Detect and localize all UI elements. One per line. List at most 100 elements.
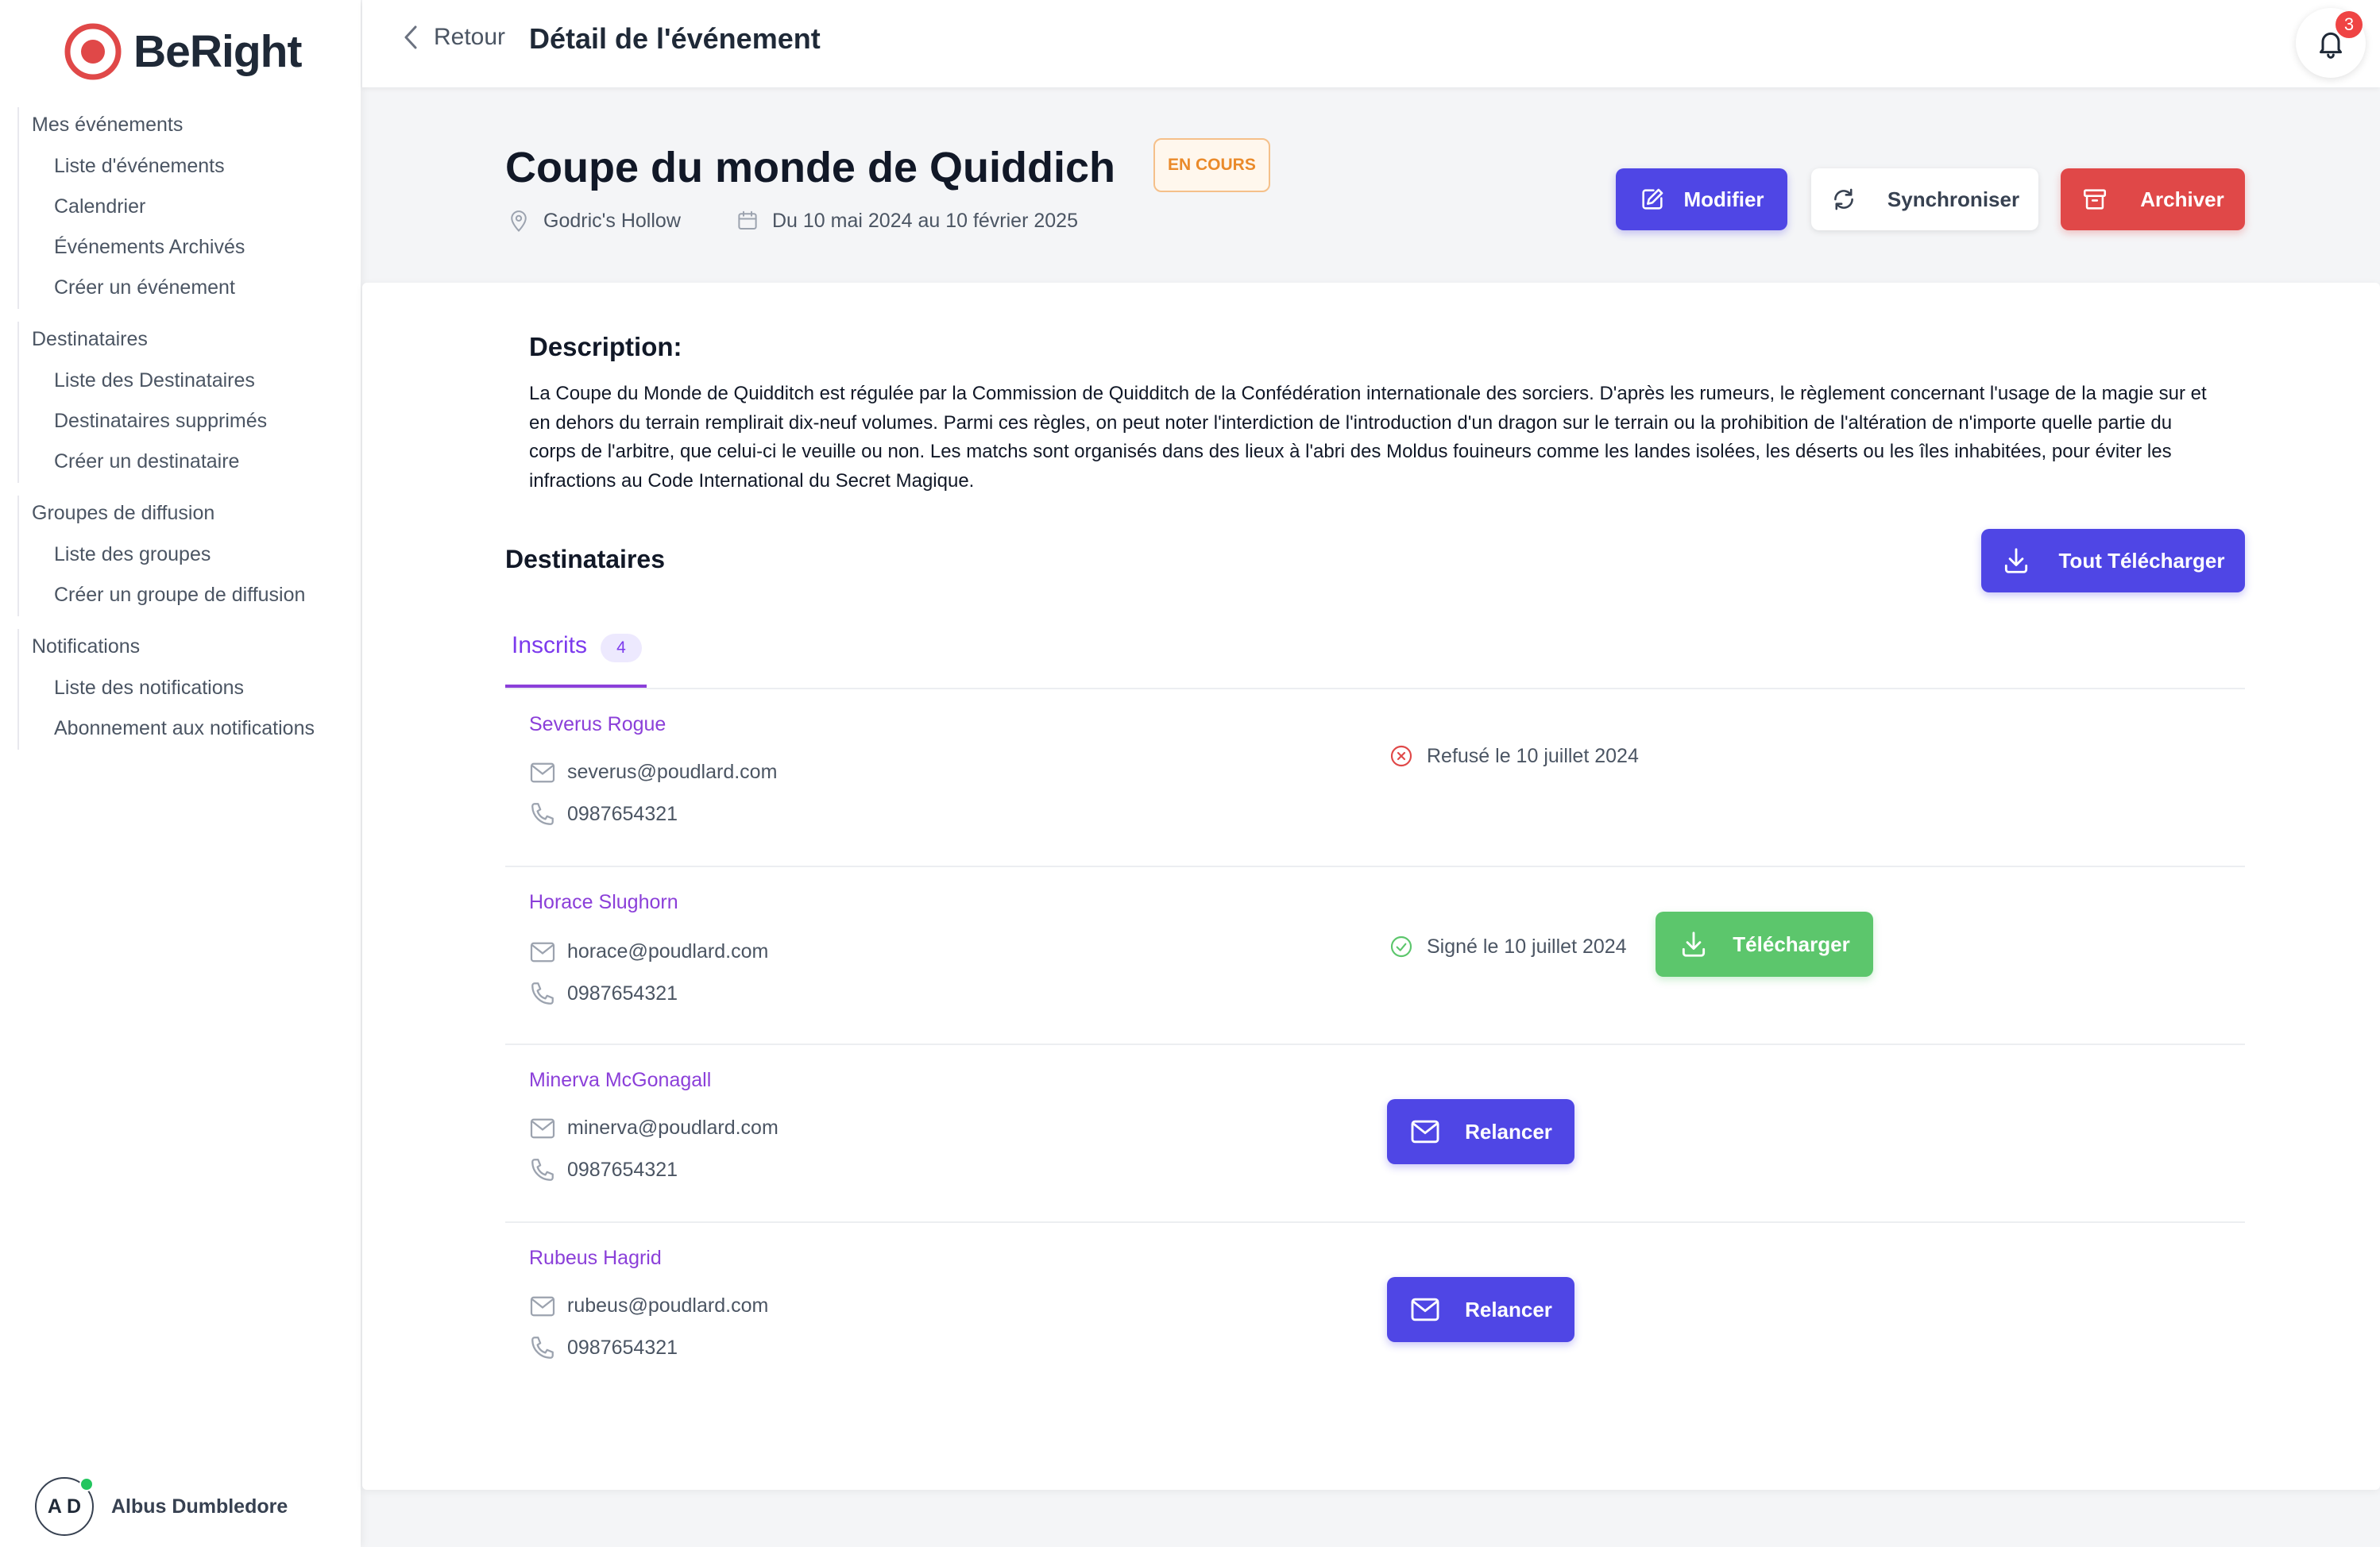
phone-icon bbox=[529, 980, 556, 1007]
envelope-icon bbox=[529, 1117, 556, 1140]
recipient-row: Minerva McGonagall minerva@poudlard.com … bbox=[505, 1045, 2245, 1223]
pencil-square-icon bbox=[1639, 186, 1666, 213]
phone-icon bbox=[529, 1334, 556, 1361]
edit-button[interactable]: Modifier bbox=[1616, 168, 1787, 230]
user-profile[interactable]: A D Albus Dumbledore bbox=[35, 1477, 288, 1536]
sidebar-item-group-list[interactable]: Liste des groupes bbox=[32, 535, 351, 576]
description-title: Description: bbox=[529, 332, 682, 361]
event-location-text: Godric's Hollow bbox=[543, 209, 681, 232]
download-all-button[interactable]: Tout Télécharger bbox=[1981, 529, 2245, 592]
online-status-dot bbox=[79, 1477, 94, 1491]
tab-registered-count: 4 bbox=[601, 634, 642, 662]
sidebar-item-calendar[interactable]: Calendrier bbox=[32, 187, 351, 228]
sidebar-item-create-event[interactable]: Créer un événement bbox=[32, 268, 351, 309]
recipient-email-text: horace@poudlard.com bbox=[567, 940, 769, 963]
nav-group-events: Mes événements Liste d'événements Calend… bbox=[17, 107, 351, 309]
recipient-status: Signé le 10 juillet 2024 bbox=[1389, 934, 1627, 959]
status-badge: EN COURS bbox=[1153, 138, 1270, 192]
recipient-status-text: Signé le 10 juillet 2024 bbox=[1427, 935, 1627, 958]
phone-icon bbox=[529, 801, 556, 828]
recipient-phone-text: 0987654321 bbox=[567, 1158, 678, 1181]
download-icon bbox=[2001, 546, 2031, 576]
recipient-phone: 0987654321 bbox=[529, 1156, 678, 1183]
recipient-phone-text: 0987654321 bbox=[567, 1336, 678, 1359]
recipient-name[interactable]: Severus Rogue bbox=[529, 713, 666, 736]
recipient-status-text: Refusé le 10 juillet 2024 bbox=[1427, 744, 1639, 767]
calendar-icon bbox=[736, 208, 759, 233]
sync-button-label: Synchroniser bbox=[1887, 187, 2020, 211]
notifications-button[interactable]: 3 bbox=[2296, 8, 2366, 78]
tab-registered-label: Inscrits bbox=[512, 632, 588, 658]
sidebar-item-create-group[interactable]: Créer un groupe de diffusion bbox=[32, 576, 351, 616]
notifications-count-badge: 3 bbox=[2336, 11, 2363, 38]
phone-icon bbox=[529, 1156, 556, 1183]
recipient-row: Horace Slughorn horace@poudlard.com 0987… bbox=[505, 867, 2245, 1045]
envelope-icon bbox=[1409, 1119, 1441, 1144]
nav-group-title: Mes événements bbox=[32, 114, 184, 136]
remind-button[interactable]: Relancer bbox=[1387, 1277, 1574, 1342]
remind-button-label: Relancer bbox=[1465, 1297, 1552, 1321]
remind-button-label: Relancer bbox=[1465, 1119, 1552, 1144]
recipient-phone: 0987654321 bbox=[529, 801, 678, 828]
nav-group-notifications: Notifications Liste des notifications Ab… bbox=[17, 629, 351, 750]
nav-group-title: Groupes de diffusion bbox=[32, 502, 215, 524]
app-logo[interactable]: BeRight bbox=[64, 22, 302, 81]
recipient-email: minerva@poudlard.com bbox=[529, 1117, 779, 1140]
recipient-status: Refusé le 10 juillet 2024 bbox=[1389, 743, 1639, 769]
remind-button[interactable]: Relancer bbox=[1387, 1099, 1574, 1164]
event-dates: Du 10 mai 2024 au 10 février 2025 bbox=[736, 208, 1078, 233]
sidebar: BeRight Mes événements Liste d'événement… bbox=[0, 0, 361, 1547]
envelope-icon bbox=[529, 1295, 556, 1317]
event-dates-text: Du 10 mai 2024 au 10 février 2025 bbox=[772, 209, 1078, 232]
recipient-phone: 0987654321 bbox=[529, 980, 678, 1007]
event-location: Godric's Hollow bbox=[507, 208, 681, 233]
download-signed-button-label: Télécharger bbox=[1733, 932, 1850, 956]
recipient-email: horace@poudlard.com bbox=[529, 940, 768, 963]
top-header: Retour Détail de l'événement 3 bbox=[362, 0, 2380, 87]
recipient-email-text: rubeus@poudlard.com bbox=[567, 1294, 769, 1317]
back-button[interactable]: Retour bbox=[402, 24, 505, 51]
refresh-icon bbox=[1830, 186, 1857, 213]
logo-text: BeRight bbox=[133, 26, 302, 77]
archive-button[interactable]: Archiver bbox=[2061, 168, 2245, 230]
sync-button[interactable]: Synchroniser bbox=[1811, 168, 2038, 230]
download-signed-button[interactable]: Télécharger bbox=[1656, 912, 1873, 977]
user-name: Albus Dumbledore bbox=[111, 1495, 288, 1518]
sidebar-item-event-list[interactable]: Liste d'événements bbox=[32, 147, 351, 187]
recipients-title: Destinataires bbox=[505, 545, 665, 573]
map-pin-icon bbox=[507, 208, 531, 233]
sidebar-item-create-recipient[interactable]: Créer un destinataire bbox=[32, 442, 351, 483]
recipient-email: rubeus@poudlard.com bbox=[529, 1294, 768, 1317]
nav-group-title: Notifications bbox=[32, 635, 141, 658]
sidebar-item-notification-list[interactable]: Liste des notifications bbox=[32, 669, 351, 709]
nav-group-title: Destinataires bbox=[32, 328, 148, 350]
recipient-phone-text: 0987654321 bbox=[567, 802, 678, 825]
download-all-button-label: Tout Télécharger bbox=[2058, 548, 2225, 573]
recipient-name[interactable]: Minerva McGonagall bbox=[529, 1069, 711, 1092]
envelope-icon bbox=[529, 762, 556, 784]
recipient-name[interactable]: Rubeus Hagrid bbox=[529, 1247, 662, 1270]
back-label: Retour bbox=[434, 24, 506, 50]
sidebar-item-notification-subscription[interactable]: Abonnement aux notifications bbox=[32, 709, 351, 750]
sidebar-item-recipient-list[interactable]: Liste des Destinataires bbox=[32, 361, 351, 402]
x-circle-icon bbox=[1389, 743, 1414, 769]
envelope-icon bbox=[1409, 1297, 1441, 1322]
nav-group-broadcast: Groupes de diffusion Liste des groupes C… bbox=[17, 496, 351, 616]
recipient-phone-text: 0987654321 bbox=[567, 982, 678, 1005]
tab-registered[interactable]: Inscrits 4 bbox=[505, 626, 647, 688]
download-icon bbox=[1679, 929, 1709, 959]
nav-group-recipients: Destinataires Liste des Destinataires De… bbox=[17, 322, 351, 483]
avatar-initials: A D bbox=[47, 1495, 82, 1518]
sidebar-item-archived-events[interactable]: Événements Archivés bbox=[32, 228, 351, 268]
recipient-email: severus@poudlard.com bbox=[529, 761, 777, 784]
archive-box-icon bbox=[2081, 186, 2108, 213]
sidebar-item-deleted-recipients[interactable]: Destinataires supprimés bbox=[32, 402, 351, 442]
envelope-icon bbox=[529, 941, 556, 963]
event-title: Coupe du monde de Quiddich bbox=[505, 144, 1115, 191]
recipient-row: Severus Rogue severus@poudlard.com 09876… bbox=[505, 689, 2245, 867]
recipient-name[interactable]: Horace Slughorn bbox=[529, 891, 678, 914]
recipient-row: Rubeus Hagrid rubeus@poudlard.com 098765… bbox=[505, 1223, 2245, 1401]
recipient-email-text: severus@poudlard.com bbox=[567, 761, 778, 783]
chevron-left-icon bbox=[402, 24, 419, 51]
page-title: Détail de l'événement bbox=[529, 22, 821, 55]
